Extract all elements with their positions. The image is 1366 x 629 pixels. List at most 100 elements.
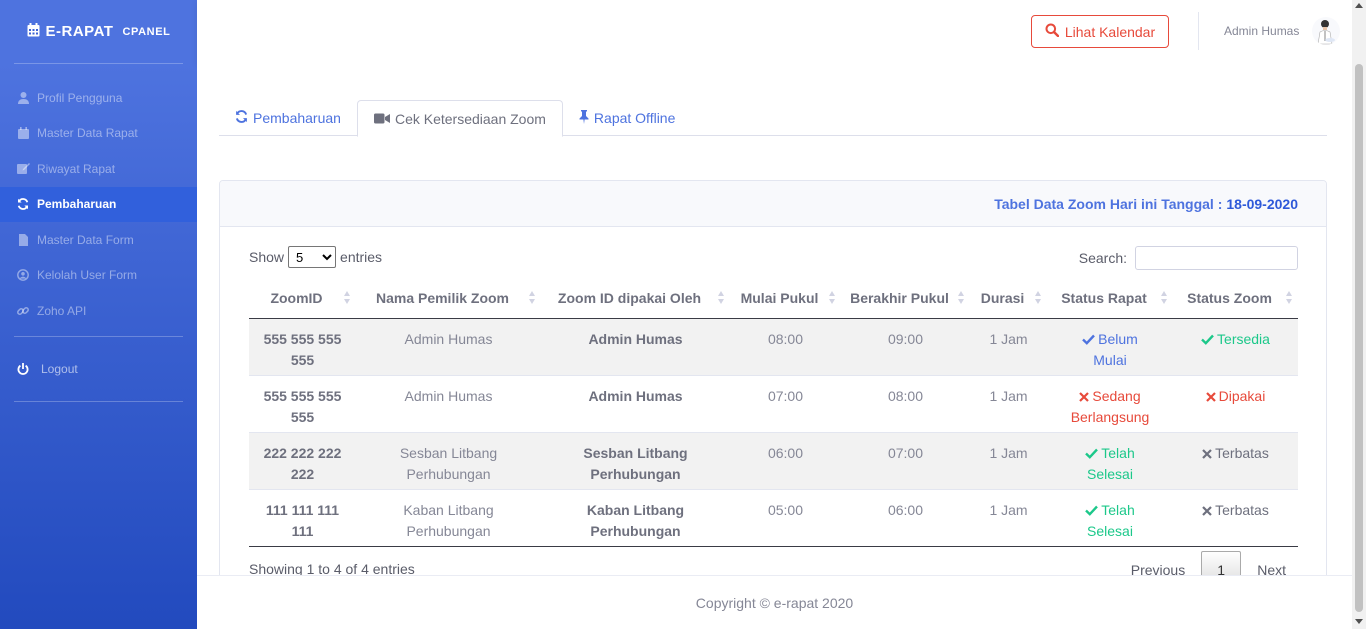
cell-owner: Sesban Litbang Perhubungan bbox=[356, 431, 541, 489]
sidebar-item-zoho-api[interactable]: Zoho API bbox=[0, 293, 197, 329]
times-icon bbox=[1079, 388, 1092, 404]
logout-label: Logout bbox=[41, 362, 78, 377]
cell-status-rapat: Telah Selesai bbox=[1047, 488, 1173, 547]
card-header: Tabel Data Zoom Hari ini Tanggal : 18-09… bbox=[220, 181, 1326, 227]
table-header-row: ZoomID Nama Pemilik Zoom Zoom ID dipakai… bbox=[249, 278, 1298, 319]
avatar[interactable] bbox=[1312, 17, 1340, 45]
page-size-select[interactable]: 5 10 25 50 bbox=[288, 246, 337, 268]
tab-pembaharuan[interactable]: Pembaharuan bbox=[219, 100, 357, 136]
cell-owner: Kaban Litbang Perhubungan bbox=[356, 488, 541, 547]
edit-icon bbox=[16, 162, 30, 176]
header-label: Mulai Pukul bbox=[740, 289, 819, 306]
column-header-duration[interactable]: Durasi bbox=[970, 278, 1047, 319]
sidebar-item-master-data-form[interactable]: Master Data Form bbox=[0, 222, 197, 258]
cell-duration: 1 Jam bbox=[989, 330, 1028, 347]
sidebar-nav-bottom: Logout bbox=[0, 337, 197, 388]
search-input[interactable] bbox=[1135, 246, 1298, 270]
sidebar-item-label: Zoho API bbox=[37, 303, 87, 318]
times-icon bbox=[1202, 502, 1215, 518]
search-icon bbox=[1045, 23, 1060, 40]
column-header-end[interactable]: Berakhir Pukul bbox=[841, 278, 970, 319]
cell-start: 06:00 bbox=[730, 431, 841, 489]
sidebar-item-kelolah-user-form[interactable]: Kelolah User Form bbox=[0, 258, 197, 294]
sidebar-item-pembaharuan[interactable]: Pembaharuan bbox=[0, 186, 197, 222]
table-row: 111 111 111 111 Kaban Litbang Perhubungan… bbox=[249, 488, 1298, 547]
user-name[interactable]: Admin Humas bbox=[1224, 24, 1299, 38]
user-circle-icon bbox=[16, 268, 30, 282]
header-label: Status Rapat bbox=[1061, 289, 1147, 306]
sidebar: E-RAPAT CPANEL Profil Pengguna Master Da… bbox=[0, 0, 197, 629]
calendar-icon bbox=[27, 22, 40, 41]
video-icon bbox=[373, 111, 390, 127]
tab-bar: Pembaharuan Cek Ketersediaan Zoom Rapat … bbox=[219, 100, 1327, 137]
column-header-owner[interactable]: Nama Pemilik Zoom bbox=[356, 278, 541, 319]
next-button[interactable]: Next bbox=[1245, 551, 1298, 578]
cell-status-rapat: Sedang Berlangsung bbox=[1047, 374, 1173, 432]
cell-status-zoom: Terbatas bbox=[1173, 431, 1298, 489]
sort-icon bbox=[958, 291, 965, 305]
times-icon bbox=[1205, 388, 1219, 404]
calendar-icon bbox=[16, 126, 30, 140]
table-row: 555 555 555 555 Admin Humas Admin Humas 08:… bbox=[249, 318, 1298, 375]
cell-zoom-id: 555 555 555 555 bbox=[249, 374, 356, 432]
status-text: Tersedia bbox=[1217, 330, 1270, 347]
sidebar-item-master-data-rapat[interactable]: Master Data Rapat bbox=[0, 116, 197, 152]
times-icon bbox=[1202, 445, 1215, 461]
cell-end: 09:00 bbox=[887, 330, 924, 347]
view-calendar-button[interactable]: Lihat Kalendar bbox=[1031, 15, 1169, 48]
table-body: 555 555 555 555 Admin Humas Admin Humas 08:… bbox=[249, 318, 1298, 547]
cell-used-by: Kaban Litbang Perhubungan bbox=[541, 488, 730, 547]
topbar: Lihat Kalendar Admin Humas bbox=[197, 0, 1352, 63]
thumbtack-icon bbox=[579, 109, 589, 127]
sidebar-item-profil[interactable]: Profil Pengguna bbox=[0, 80, 197, 116]
column-header-used-by[interactable]: Zoom ID dipakai Oleh bbox=[541, 278, 730, 319]
sort-icon bbox=[718, 291, 725, 305]
header-label: ZoomID bbox=[270, 289, 323, 306]
status-text: Terbatas bbox=[1215, 444, 1269, 461]
sidebar-item-riwayat-rapat[interactable]: Riwayat Rapat bbox=[0, 151, 197, 187]
search-label: Search: bbox=[1078, 250, 1127, 266]
logout-button[interactable]: Logout bbox=[0, 352, 197, 388]
sidebar-item-label: Riwayat Rapat bbox=[37, 161, 116, 176]
status-rapat-badge: Sedang Berlangsung bbox=[1071, 388, 1150, 425]
cell-used-by: Sesban Litbang Perhubungan bbox=[541, 431, 730, 489]
check-icon bbox=[1085, 502, 1101, 518]
zoom-card: Tabel Data Zoom Hari ini Tanggal : 18-09… bbox=[219, 180, 1327, 600]
status-zoom-badge: Terbatas bbox=[1202, 502, 1269, 518]
cell-status-zoom: Terbatas bbox=[1173, 488, 1298, 547]
column-header-status-zoom[interactable]: Status Zoom bbox=[1173, 278, 1298, 319]
sort-icon bbox=[344, 291, 351, 305]
cell-used-by: Admin Humas bbox=[541, 374, 730, 432]
scroll-up-arrow-icon[interactable] bbox=[1355, 3, 1363, 8]
table-row: 222 222 222 222 Sesban Litbang Perhubunga… bbox=[249, 431, 1298, 489]
sidebar-item-label: Kelolah User Form bbox=[37, 268, 138, 283]
tab-cek-ketersediaan-zoom[interactable]: Cek Ketersediaan Zoom bbox=[356, 100, 563, 137]
tab-label: Pembaharuan bbox=[253, 110, 341, 126]
sidebar-divider bbox=[14, 401, 183, 402]
previous-button[interactable]: Previous bbox=[1119, 551, 1197, 578]
brand-name: E-RAPAT bbox=[45, 23, 114, 40]
entries-label: entries bbox=[340, 249, 383, 265]
sort-icon bbox=[1286, 291, 1293, 305]
cell-status-zoom: Dipakai bbox=[1173, 374, 1298, 432]
card-date: 18-09-2020 bbox=[1226, 195, 1298, 212]
cell-zoom-id: 222 222 222 222 bbox=[249, 431, 356, 489]
header-label: Status Zoom bbox=[1187, 289, 1272, 306]
page-scrollbar[interactable] bbox=[1352, 0, 1366, 629]
scroll-down-arrow-icon[interactable] bbox=[1355, 619, 1363, 624]
tab-rapat-offline[interactable]: Rapat Offline bbox=[563, 100, 691, 136]
column-header-status-rapat[interactable]: Status Rapat bbox=[1047, 278, 1173, 319]
cell-status-rapat: Belum Mulai bbox=[1047, 318, 1173, 375]
column-header-start[interactable]: Mulai Pukul bbox=[730, 278, 841, 319]
cell-owner: Admin Humas bbox=[356, 374, 541, 432]
header-label: Nama Pemilik Zoom bbox=[375, 289, 510, 306]
link-icon bbox=[16, 304, 30, 318]
status-rapat-badge: Telah Selesai bbox=[1085, 502, 1135, 539]
column-header-zoomid[interactable]: ZoomID bbox=[249, 278, 356, 319]
status-zoom-badge: Terbatas bbox=[1202, 445, 1269, 461]
sort-icon bbox=[829, 291, 836, 305]
cell-start: 05:00 bbox=[730, 488, 841, 547]
brand[interactable]: E-RAPAT CPANEL bbox=[0, 0, 197, 63]
scrollbar-thumb[interactable] bbox=[1355, 64, 1363, 612]
header-label: Berakhir Pukul bbox=[850, 289, 949, 306]
